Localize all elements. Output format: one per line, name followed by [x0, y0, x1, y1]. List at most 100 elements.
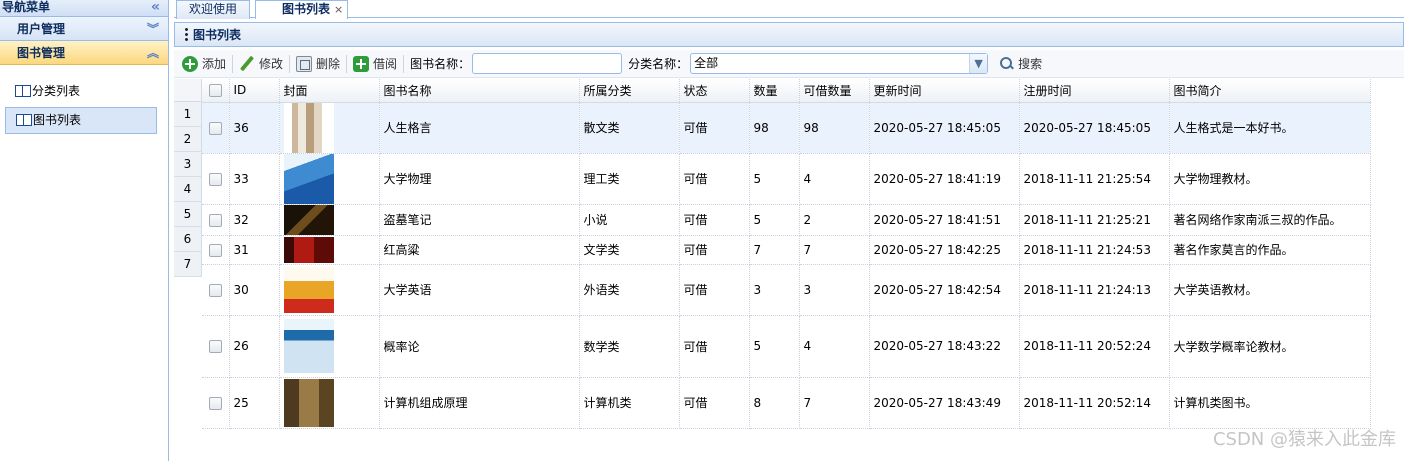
cell-quantity: 3: [749, 264, 800, 316]
double-chevron-left-icon[interactable]: «: [151, 0, 160, 14]
search-label: 搜索: [1018, 57, 1043, 71]
row-number: 1: [174, 102, 202, 127]
nav-item-label: 图书列表: [33, 113, 82, 127]
nav-title: 导航菜单: [2, 0, 51, 14]
add-button[interactable]: 添加: [182, 55, 226, 72]
row-checkbox[interactable]: [202, 235, 230, 265]
cell-status: 可借: [679, 102, 750, 154]
cell-updated: 2020-05-27 18:42:54: [869, 264, 1020, 316]
table-row[interactable]: 36 人生格言 散文类 可借 98 98 2020-05-27 18:45:05…: [202, 102, 1371, 154]
checkbox-icon: [208, 243, 222, 257]
nav-panel: 导航菜单 « 用户管理 ︾ 图书管理 ︽ 分类列表 图书列表: [0, 0, 169, 461]
cell-category: 数学类: [579, 315, 680, 378]
row-checkbox[interactable]: [202, 102, 230, 154]
nav-section-user-management[interactable]: 用户管理 ︾: [0, 17, 168, 41]
row-checkbox[interactable]: [202, 377, 230, 429]
cell-registered: 2018-11-11 20:52:14: [1019, 377, 1170, 429]
book-name-input[interactable]: [472, 53, 623, 74]
double-chevron-up-icon[interactable]: ︽: [147, 41, 159, 65]
book-cover-image: [283, 102, 334, 152]
table-row[interactable]: 25 计算机组成原理 计算机类 可借 8 7 2020-05-27 18:43:…: [202, 377, 1371, 429]
cell-updated: 2020-05-27 18:43:22: [869, 315, 1020, 378]
borrow-button[interactable]: 借阅: [353, 55, 397, 72]
nav-item-category-list[interactable]: 分类列表: [5, 78, 157, 105]
edit-button[interactable]: 修改: [239, 55, 283, 72]
table-row[interactable]: 31 红高粱 文学类 可借 7 7 2020-05-27 18:42:25 20…: [202, 235, 1371, 265]
cell-intro: 著名作家莫言的作品。: [1169, 235, 1371, 265]
table-row[interactable]: 26 概率论 数学类 可借 5 4 2020-05-27 18:43:22 20…: [202, 315, 1371, 378]
category-select[interactable]: 全部 ▼: [690, 53, 989, 74]
row-checkbox[interactable]: [202, 204, 230, 236]
column-header-name[interactable]: 图书名称: [379, 79, 580, 103]
column-header-status[interactable]: 状态: [679, 79, 750, 103]
row-checkbox[interactable]: [202, 153, 230, 205]
toolbar-separator: [289, 54, 291, 73]
cell-name: 盗墓笔记: [379, 204, 580, 236]
tab-welcome[interactable]: 欢迎使用: [176, 0, 251, 19]
toolbar-separator: [232, 54, 234, 73]
table-header-row: ID 封面 图书名称 所属分类 状态 数量 可借数量 更新时间 注册时间 图书简…: [202, 79, 1371, 103]
cell-updated: 2020-05-27 18:41:51: [869, 204, 1020, 236]
chevron-down-icon[interactable]: ▼: [969, 54, 988, 73]
cell-status: 可借: [679, 315, 750, 378]
cell-intro: 人生格式是一本好书。: [1169, 102, 1371, 154]
search-icon: [1000, 56, 1014, 71]
row-checkbox[interactable]: [202, 315, 230, 378]
column-header-available[interactable]: 可借数量: [799, 79, 870, 103]
book-cover-image: [283, 378, 334, 427]
cell-category: 理工类: [579, 153, 680, 205]
table-row[interactable]: 32 盗墓笔记 小说 可借 5 2 2020-05-27 18:41:51 20…: [202, 204, 1371, 236]
search-button[interactable]: 搜索: [1000, 55, 1042, 72]
column-header-quantity[interactable]: 数量: [749, 79, 800, 103]
cell-available: 2: [799, 204, 870, 236]
row-checkbox[interactable]: [202, 264, 230, 316]
column-header-category[interactable]: 所属分类: [579, 79, 680, 103]
cell-intro: 著名网络作家南派三叔的作品。: [1169, 204, 1371, 236]
select-all-checkbox[interactable]: [202, 79, 230, 103]
row-number: 3: [174, 152, 202, 177]
column-header-registered[interactable]: 注册时间: [1019, 79, 1170, 103]
cell-id: 33: [229, 153, 280, 205]
cell-status: 可借: [679, 235, 750, 265]
cell-cover: [279, 235, 380, 265]
column-header-cover[interactable]: 封面: [279, 79, 380, 103]
tab-book-list[interactable]: 图书列表 ×: [255, 0, 349, 19]
cell-registered: 2018-11-11 21:25:21: [1019, 204, 1170, 236]
book-cover-image: [283, 319, 334, 373]
cell-category: 散文类: [579, 102, 680, 154]
cell-id: 26: [229, 315, 280, 378]
cell-registered: 2020-05-27 18:45:05: [1019, 102, 1170, 154]
cell-category: 外语类: [579, 264, 680, 316]
cell-id: 32: [229, 204, 280, 236]
cell-available: 98: [799, 102, 870, 154]
category-select-value: 全部: [694, 56, 719, 70]
cell-registered: 2018-11-11 21:24:53: [1019, 235, 1170, 265]
tab-bar: 欢迎使用 图书列表 ×: [174, 0, 1404, 19]
checkbox-icon: [208, 396, 222, 410]
checkbox-icon: [208, 121, 222, 135]
column-header-id[interactable]: ID: [229, 79, 280, 103]
column-header-updated[interactable]: 更新时间: [869, 79, 1020, 103]
cell-name: 大学物理: [379, 153, 580, 205]
row-number: 5: [174, 202, 202, 227]
pencil-icon: [239, 56, 255, 72]
double-chevron-down-icon[interactable]: ︾: [147, 17, 159, 41]
close-icon[interactable]: ×: [334, 3, 343, 16]
cell-name: 概率论: [379, 315, 580, 378]
cell-available: 4: [799, 153, 870, 205]
delete-button[interactable]: 删除: [296, 55, 340, 72]
nav-section-book-management[interactable]: 图书管理 ︽: [0, 41, 168, 65]
row-number-column: 1 2 3 4 5 6 7: [174, 79, 202, 277]
cell-quantity: 5: [749, 153, 800, 205]
nav-item-book-list[interactable]: 图书列表: [5, 107, 157, 134]
cell-name: 计算机组成原理: [379, 377, 580, 429]
book-icon: [15, 84, 31, 97]
cell-cover: [279, 315, 380, 378]
cell-cover: [279, 204, 380, 236]
borrow-label: 借阅: [373, 57, 398, 71]
edit-label: 修改: [259, 57, 284, 71]
table-row[interactable]: 30 大学英语 外语类 可借 3 3 2020-05-27 18:42:54 2…: [202, 264, 1371, 316]
column-header-intro[interactable]: 图书简介: [1169, 79, 1371, 103]
panel-title: 图书列表: [193, 28, 242, 42]
table-row[interactable]: 33 大学物理 理工类 可借 5 4 2020-05-27 18:41:19 2…: [202, 153, 1371, 205]
